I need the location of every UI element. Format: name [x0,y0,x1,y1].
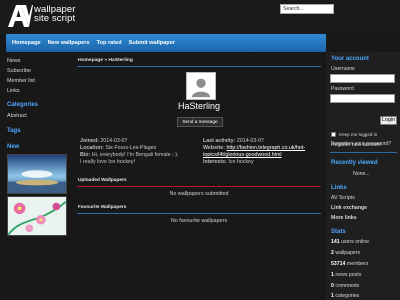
new-wallpaper-thumb-1[interactable] [7,154,67,194]
tags-heading: Tags [7,128,21,134]
bio-label: Bio: [80,152,91,158]
stat-label: comments [333,283,360,289]
location-label: Location: [80,145,104,151]
interests-value: Ice hockey [228,159,254,165]
stat-label: news posts [333,272,362,278]
username-label: Username [331,66,355,72]
stat-num: 53714 [331,261,346,267]
link-exchange[interactable]: Link exchange [331,205,367,211]
website-link[interactable]: http://fashion.telegraph.co.uk/hot- [226,145,305,151]
stat-num: 141 [331,239,340,245]
breadcrumb-divider [77,66,321,67]
password-field[interactable] [330,94,395,103]
bio-row: Bio: Hi, everybody! I'm Bengali female ;… [80,152,178,158]
sidebar-link-member-list[interactable]: Member list [7,78,35,84]
categories-heading: Categories [7,102,39,108]
nav-submit-wallpaper[interactable]: Submit wallpaper [129,40,175,46]
main-navbar: Homepage New wallpapers Top rated Submit… [6,34,326,52]
category-abstract[interactable]: Abstract [7,113,27,119]
stat-label: categories [333,293,360,299]
favourite-heading: Favourite Wallpapers [78,205,127,210]
website-row: Website: http://fashion.telegraph.co.uk/… [203,145,305,151]
website-label: Website: [203,145,225,151]
register-link[interactable]: Register new account [331,142,381,148]
profile-username: HaSterling [177,101,221,111]
link-more-links[interactable]: More links [331,215,357,221]
account-divider [330,152,397,153]
bio-row-2: I really love Ice hockey! [80,159,135,165]
new-wallpaper-thumb-2[interactable] [7,196,67,236]
joined-row: Joined: 2014-03-07 [80,138,127,144]
recently-viewed-heading: Recently viewed [331,160,378,166]
location-row: Location: Six-Fours-Les-Plages [80,145,156,151]
logo-text: wallpaper site script [34,5,76,24]
av-logo-icon [8,5,33,27]
site-header: wallpaper site script [0,0,400,34]
nav-new-wallpapers[interactable]: New wallpapers [48,40,90,46]
stat-news-posts: 1 news posts [331,272,361,278]
interests-row: Interests: Ice hockey [203,159,254,165]
stat-categories: 1 categories [331,293,359,299]
stat-comments: 0 comments [331,283,359,289]
sidebar-link-links[interactable]: Links [7,88,20,94]
stat-label: users online [339,239,370,245]
stats-heading: Stats [331,229,346,235]
stat-label: members [345,261,369,267]
password-label: Password [331,86,354,92]
bio-text-2: I really love Ice hockey! [80,159,136,165]
uploaded-heading: Uploaded Wallpapers [78,178,127,183]
uploaded-divider [77,186,321,187]
sidebar-link-news[interactable]: News [7,58,20,64]
website-link-2[interactable]: topics/l4t/glorious-goodwood.html [203,152,282,158]
login-button[interactable]: Login [380,116,397,125]
location-value: Six-Fours-Les-Plages [105,145,157,151]
link-av-scripts[interactable]: AV Scripts [331,195,355,201]
account-heading: Your account [331,56,369,62]
uploaded-empty-message: No wallpapers submitted [169,191,229,197]
links-heading: Links [331,185,347,191]
stat-users-online: 141 users online [331,239,369,245]
last-activity-value: 2014-03-07 [236,138,264,144]
joined-label: Joined: [80,138,99,144]
last-activity-label: Last activity: [203,138,236,144]
keep-logged-checkbox[interactable] [331,132,336,137]
nav-homepage[interactable]: Homepage [12,40,41,46]
username-field[interactable] [330,74,395,83]
search-input[interactable] [280,4,334,14]
sidebar-link-subscribe[interactable]: Subscribe [7,68,31,74]
send-message-button[interactable]: Send a message [177,117,223,127]
favourite-divider [77,213,321,214]
nav-top-rated[interactable]: Top rated [97,40,122,46]
user-avatar [186,72,216,100]
last-activity-row: Last activity: 2014-03-07 [203,138,264,144]
stat-wallpapers: 2 wallpapers [331,250,360,256]
logo-line-2: site script [34,13,76,24]
breadcrumb[interactable]: Homepage » HaSterling [78,58,133,63]
keep-logged-label: Keep me logged in [339,132,378,137]
new-heading: New [7,144,20,150]
recently-viewed-none: None... [353,171,370,177]
bio-text-1: Hi, everybody! I'm Bengali female ;-). [91,152,179,158]
stat-members: 53714 members [331,261,369,267]
site-logo[interactable]: wallpaper site script [7,3,77,31]
favourite-empty-message: No favourite wallpapers [170,218,228,224]
interests-label: Interests: [203,159,227,165]
website-row-2: topics/l4t/glorious-goodwood.html [203,152,282,158]
stat-label: wallpapers [333,250,361,256]
joined-value: 2014-03-07 [100,138,128,144]
